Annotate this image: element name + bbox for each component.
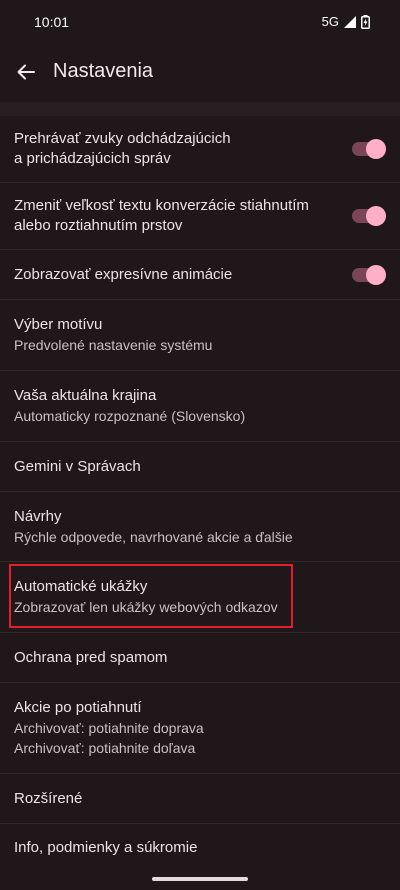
network-type: 5G — [321, 14, 339, 29]
setting-title: Akcie po potiahnutí — [14, 699, 142, 716]
setting-title: Zobrazovať expresívne animácie — [14, 265, 233, 283]
setting-title: Gemini v Správach — [14, 457, 141, 475]
setting-subtitle: Zobrazovať len ukážky webových odkazov — [14, 599, 278, 615]
setting-spam-protection[interactable]: Ochrana pred spamom — [0, 633, 400, 683]
setting-gemini[interactable]: Gemini v Správach — [0, 442, 400, 492]
app-bar: Nastavenia — [0, 44, 400, 102]
settings-list: Prehrávať zvuky odchádzajúcich a prichád… — [0, 116, 400, 872]
setting-theme[interactable]: Výber motívu Predvolené nastavenie systé… — [0, 300, 400, 371]
setting-pinch-zoom[interactable]: Zmeniť veľkosť textu konverzácie stiahnu… — [0, 183, 400, 250]
setting-title: Automatické ukážky — [14, 578, 148, 595]
back-button[interactable] — [8, 54, 44, 90]
setting-title: Vaša aktuálna krajina — [14, 387, 157, 404]
setting-subtitle: Archivovať: potiahnite doprava — [14, 720, 204, 736]
toggle-knob — [366, 206, 386, 226]
setting-suggestions[interactable]: Návrhy Rýchle odpovede, navrhované akcie… — [0, 492, 400, 562]
page-title: Nastavenia — [53, 60, 154, 82]
setting-title: Zmeniť veľkosť textu konverzácie stiahnu… — [14, 197, 309, 234]
signal-icon — [344, 15, 356, 28]
setting-subtitle: Rýchle odpovede, navrhované akcie a ďalš… — [14, 528, 293, 545]
setting-title: Prehrávať zvuky odchádzajúcich a prichád… — [14, 130, 231, 167]
setting-subtitle-2: Archivovať: potiahnite doľava — [14, 740, 196, 756]
status-time: 10:01 — [34, 14, 70, 30]
toggle-knob — [366, 139, 386, 159]
setting-swipe-actions[interactable]: Akcie po potiahnutí Archivovať: potiahni… — [0, 683, 400, 774]
setting-advanced[interactable]: Rozšírené — [0, 774, 400, 824]
setting-country[interactable]: Vaša aktuálna krajina Automaticky rozpoz… — [0, 371, 400, 442]
status-bar: 10:01 5G — [0, 0, 400, 44]
setting-title: Ochrana pred spamom — [14, 648, 168, 666]
home-indicator[interactable] — [152, 877, 248, 881]
toggle-knob — [366, 264, 386, 285]
setting-title: Rozšírené — [14, 789, 83, 807]
header-divider — [0, 102, 400, 116]
sounds-toggle[interactable] — [352, 139, 386, 159]
setting-subtitle: Predvolené nastavenie systému — [14, 337, 213, 353]
setting-title: Výber motívu — [14, 316, 103, 333]
animations-toggle[interactable] — [352, 264, 386, 285]
setting-auto-previews[interactable]: Automatické ukážky Zobrazovať len ukážky… — [0, 562, 400, 633]
setting-sounds[interactable]: Prehrávať zvuky odchádzajúcich a prichád… — [0, 116, 400, 183]
setting-title: Návrhy — [14, 507, 62, 525]
pinch-zoom-toggle[interactable] — [352, 206, 386, 226]
arrow-back-icon — [17, 64, 35, 80]
status-icons: 5G — [322, 14, 370, 29]
setting-subtitle: Automaticky rozpoznané (Slovensko) — [14, 408, 246, 424]
setting-animations[interactable]: Zobrazovať expresívne animácie — [0, 250, 400, 300]
setting-title: Info, podmienky a súkromie — [14, 839, 198, 856]
battery-charging-icon — [361, 14, 370, 29]
setting-about[interactable]: Info, podmienky a súkromie — [0, 824, 400, 872]
